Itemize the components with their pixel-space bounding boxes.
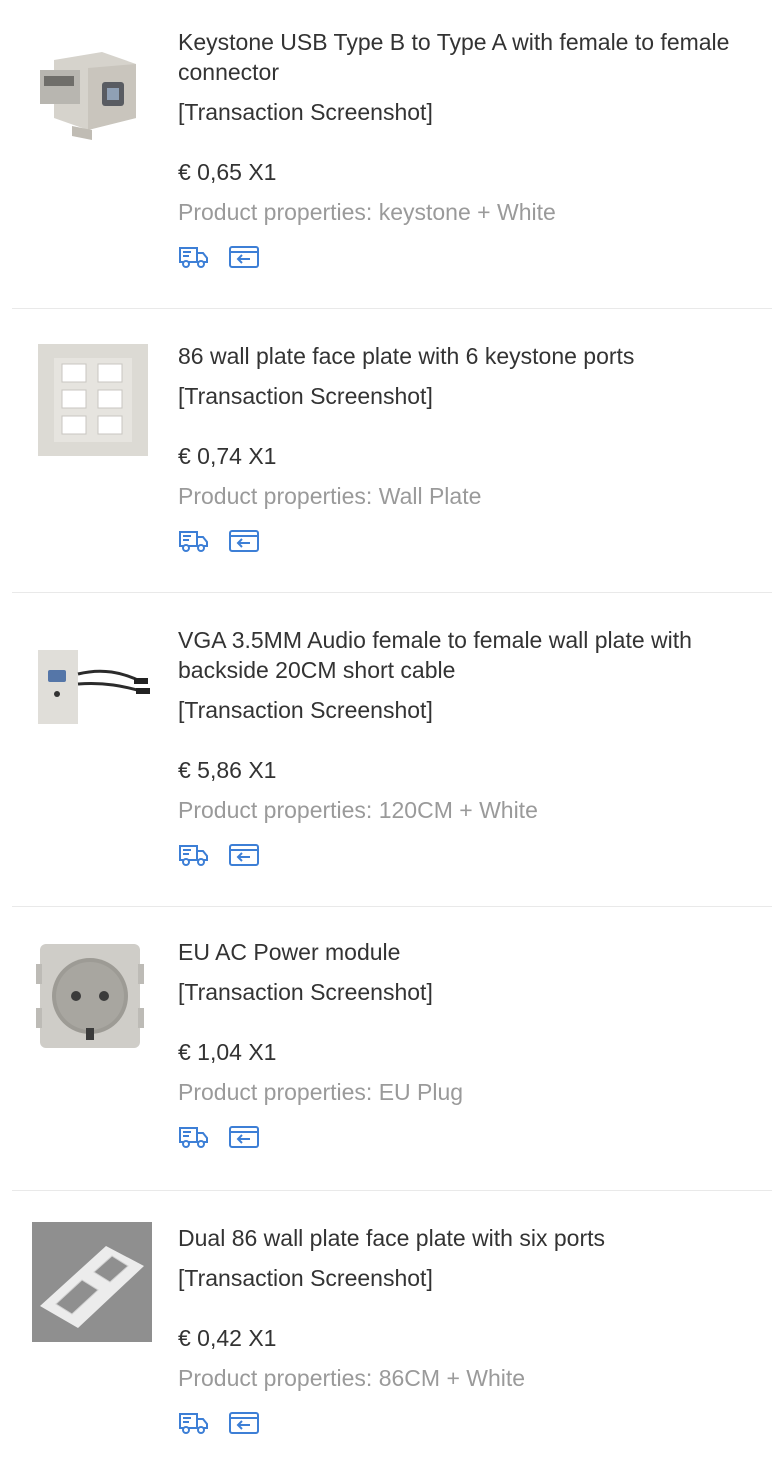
product-properties: Product properties: EU Plug <box>178 1079 464 1105</box>
divider <box>12 592 772 593</box>
price-quantity: € 5,86 X1 <box>178 757 277 783</box>
price-quantity: € 1,04 X1 <box>178 1039 277 1065</box>
truck-icon[interactable] <box>178 1123 210 1151</box>
order-info: 86 wall plate face plate with 6 keystone… <box>178 341 752 557</box>
product-properties: Product properties: 120CM + White <box>178 797 538 823</box>
return-icon[interactable] <box>228 1409 260 1437</box>
truck-icon[interactable] <box>178 243 210 271</box>
divider <box>12 308 772 309</box>
product-image[interactable] <box>32 30 152 150</box>
transaction-screenshot-link[interactable]: [Transaction Screenshot] <box>178 695 752 725</box>
product-image[interactable] <box>32 1222 152 1342</box>
order-info: Dual 86 wall plate face plate with six p… <box>178 1223 752 1439</box>
order-actions <box>178 1409 752 1439</box>
product-title[interactable]: Dual 86 wall plate face plate with six p… <box>178 1223 752 1253</box>
truck-icon[interactable] <box>178 841 210 869</box>
product-title[interactable]: EU AC Power module <box>178 937 752 967</box>
transaction-screenshot-link[interactable]: [Transaction Screenshot] <box>178 977 752 1007</box>
order-actions <box>178 527 752 557</box>
order-actions <box>178 243 752 273</box>
truck-icon[interactable] <box>178 1409 210 1437</box>
product-title[interactable]: 86 wall plate face plate with 6 keystone… <box>178 341 752 371</box>
order-actions <box>178 1123 752 1153</box>
return-icon[interactable] <box>228 841 260 869</box>
product-title[interactable]: VGA 3.5MM Audio female to female wall pl… <box>178 625 752 685</box>
product-image[interactable] <box>32 622 152 742</box>
return-icon[interactable] <box>228 527 260 555</box>
product-image[interactable] <box>32 936 152 1056</box>
truck-icon[interactable] <box>178 527 210 555</box>
order-info: Keystone USB Type B to Type A with femal… <box>178 27 752 273</box>
transaction-screenshot-link[interactable]: [Transaction Screenshot] <box>178 1263 752 1293</box>
return-icon[interactable] <box>228 243 260 271</box>
transaction-screenshot-link[interactable]: [Transaction Screenshot] <box>178 381 752 411</box>
product-properties: Product properties: 86CM + White <box>178 1365 526 1391</box>
product-image[interactable] <box>32 340 152 460</box>
transaction-screenshot-link[interactable]: [Transaction Screenshot] <box>178 97 752 127</box>
divider <box>12 1190 772 1191</box>
product-properties: Product properties: keystone + White <box>178 199 556 225</box>
price-quantity: € 0,74 X1 <box>178 443 277 469</box>
product-properties: Product properties: Wall Plate <box>178 483 482 509</box>
price-quantity: € 0,65 X1 <box>178 159 277 185</box>
order-info: VGA 3.5MM Audio female to female wall pl… <box>178 625 752 871</box>
return-icon[interactable] <box>228 1123 260 1151</box>
divider <box>12 906 772 907</box>
order-actions <box>178 841 752 871</box>
product-title[interactable]: Keystone USB Type B to Type A with femal… <box>178 27 752 87</box>
price-quantity: € 0,42 X1 <box>178 1325 277 1351</box>
order-info: EU AC Power module [Transaction Screensh… <box>178 937 752 1153</box>
